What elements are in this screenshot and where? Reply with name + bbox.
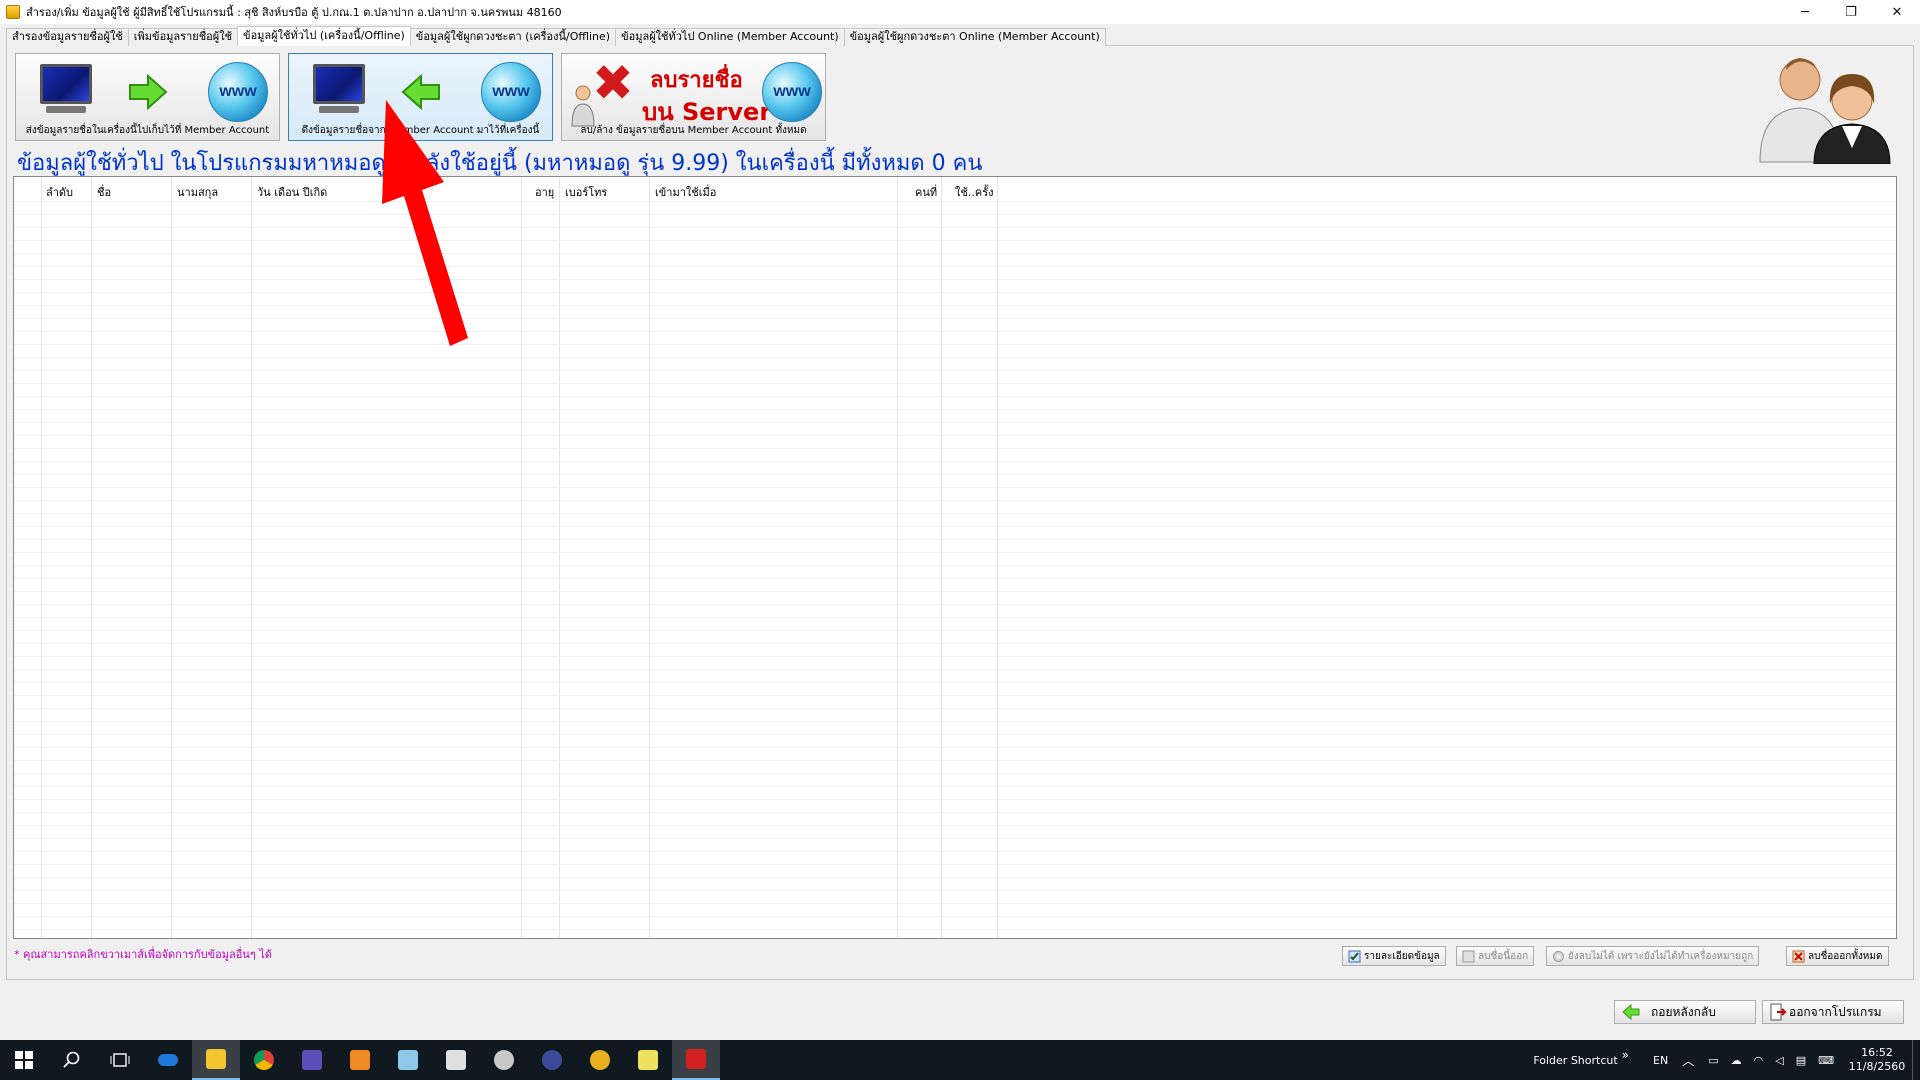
tab-horoscope-users-online[interactable]: ข้อมูลผู้ใช้ผูกดวงชะตา Online (Member Ac… [843, 28, 1106, 46]
arrow-left-icon [1622, 1004, 1640, 1020]
taskbar-app-4[interactable] [336, 1040, 384, 1080]
col-header-use-count[interactable]: ใช้..ครั้ง [955, 183, 993, 201]
close-button[interactable]: ✕ [1874, 0, 1920, 24]
users-icon [1759, 58, 1891, 164]
grid-header: ลำดับ ชื่อ นามสกุล วัน เดือน ปีเกิด อายุ… [14, 177, 1896, 201]
app-icon [6, 5, 20, 19]
app-icon-11 [686, 1049, 706, 1069]
globe-icon: www [208, 62, 268, 122]
folder-shortcut-label[interactable]: Folder Shortcut [1533, 1054, 1617, 1067]
task-view-icon [110, 1053, 130, 1067]
tab-general-users-offline[interactable]: ข้อมูลผู้ใช้ทั่วไป (เครื่องนี้/Offline) [237, 26, 411, 46]
wifi-icon[interactable]: ◠ [1754, 1054, 1764, 1067]
clock-date: 11/8/2560 [1848, 1060, 1906, 1073]
start-button[interactable] [0, 1040, 48, 1080]
taskbar-app-3[interactable] [288, 1040, 336, 1080]
back-button[interactable]: ถอยหลังกลับ [1614, 1000, 1756, 1024]
taskbar: Folder Shortcut » EN ︿ ▭ ☁ ◠ ◁ ▤ ⌨ 16:52… [0, 1040, 1920, 1080]
tab-horoscope-users-offline[interactable]: ข้อมูลผู้ใช้ผูกดวงชะตา (เครื่องนี้/Offli… [409, 28, 617, 46]
send-caption: ส่งข้อมูลรายชื่อในเครื่องนี้ไปเก็บไว้ที่… [25, 125, 270, 136]
tab-add-users[interactable]: เพิ่มข้อมูลรายชื่อผู้ใช้ [127, 28, 239, 46]
exit-button[interactable]: ออกจากโปรแกรม [1762, 1000, 1904, 1024]
taskbar-app-8[interactable] [528, 1040, 576, 1080]
col-header-first-name[interactable]: ชื่อ [97, 183, 111, 201]
app-icon-5 [398, 1050, 418, 1070]
sun-icon [590, 1050, 610, 1070]
gear-icon [1553, 950, 1564, 962]
taskbar-file-explorer[interactable] [192, 1040, 240, 1080]
tab-strip: สำรองข้อมูลรายชื่อผู้ใช้ เพิ่มข้อมูลรายช… [6, 26, 1106, 46]
delete-server-members-button[interactable]: ✖ ลบรายชื่อ บน Server www ลบ/ล้าง ข้อมูล… [561, 53, 826, 141]
checklist-icon [1348, 950, 1361, 962]
taskbar-app-5[interactable] [384, 1040, 432, 1080]
window-title: สำรอง/เพิ่ม ข้อมูลผู้ใช้ ผู้มีสิทธิ์ใช้โ… [26, 6, 562, 19]
language-indicator[interactable]: EN [1653, 1054, 1668, 1067]
restore-button[interactable]: ❐ [1828, 0, 1874, 24]
minimize-button[interactable]: ─ [1782, 0, 1828, 24]
volume-icon[interactable]: ◁ [1775, 1054, 1783, 1067]
delete-all-button[interactable]: ลบชื่อออกทั้งหมด [1786, 946, 1889, 966]
taskbar-app-11[interactable] [672, 1040, 720, 1080]
notification-icon[interactable]: ▤ [1796, 1054, 1806, 1067]
taskbar-calculator[interactable] [432, 1040, 480, 1080]
clock[interactable]: 16:52 11/8/2560 [1842, 1046, 1912, 1074]
folder-icon [206, 1049, 226, 1069]
taskbar-onedrive[interactable] [144, 1040, 192, 1080]
col-header-age[interactable]: อายุ [535, 183, 554, 201]
search-button[interactable] [48, 1040, 96, 1080]
onedrive-icon [158, 1054, 178, 1066]
app-icon-8 [542, 1050, 562, 1070]
exit-door-icon [1770, 1003, 1787, 1021]
arrow-right-icon [129, 74, 168, 110]
battery-icon[interactable]: ▭ [1708, 1054, 1718, 1067]
taskbar-app-9[interactable] [576, 1040, 624, 1080]
red-x-icon: ✖ [592, 54, 634, 112]
keyboard-icon[interactable]: ⌨ [1818, 1054, 1834, 1067]
chevron-up-icon[interactable]: ︿ [1682, 1052, 1694, 1069]
globe-icon: www [762, 62, 822, 122]
send-to-member-account-button[interactable]: www ส่งข้อมูลรายชื่อในเครื่องนี้ไปเก็บไว… [15, 53, 280, 141]
clock-time: 16:52 [1861, 1046, 1893, 1059]
col-header-phone[interactable]: เบอร์โทร [565, 183, 607, 201]
col-header-last-name[interactable]: นามสกุล [177, 183, 218, 201]
taskbar-app-10[interactable] [624, 1040, 672, 1080]
tab-backup-users[interactable]: สำรองข้อมูลรายชื่อผู้ใช้ [6, 28, 129, 46]
computer-icon [309, 62, 371, 114]
app-icon-10 [638, 1050, 658, 1070]
system-tray: Folder Shortcut » EN ︿ ▭ ☁ ◠ ◁ ▤ ⌨ 16:52… [1533, 1040, 1920, 1080]
cloud-icon[interactable]: ☁ [1731, 1054, 1742, 1067]
show-desktop-button[interactable] [1912, 1040, 1920, 1080]
taskbar-app-7[interactable] [480, 1040, 528, 1080]
delete-caption: ลบ/ล้าง ข้อมูลรายชื่อบน Member Account ท… [580, 125, 807, 136]
col-header-last-used[interactable]: เข้ามาใช้เมื่อ [655, 183, 716, 201]
col-header-birthdate[interactable]: วัน เดือน ปีเกิด [257, 183, 327, 201]
window-controls: ─ ❐ ✕ [1782, 0, 1920, 24]
windows-logo-icon [15, 1051, 33, 1069]
delete-selected-button[interactable]: ลบชื่อนี้ออก [1456, 946, 1535, 966]
toolbar-chevron-icon[interactable]: » [1622, 1048, 1629, 1062]
app-icon-7 [494, 1050, 514, 1070]
col-header-person-no[interactable]: คนที่ [915, 183, 937, 201]
delete-all-icon [1792, 950, 1805, 962]
tab-general-users-online[interactable]: ข้อมูลผู้ใช้ทั่วไป Online (Member Accoun… [615, 28, 845, 46]
computer-icon [36, 62, 98, 114]
calculator-icon [446, 1050, 466, 1070]
title-bar: สำรอง/เพิ่ม ข้อมูลผู้ใช้ ผู้มีสิทธิ์ใช้โ… [0, 0, 1920, 24]
delete-user-icon [1462, 950, 1475, 962]
search-icon [63, 1051, 80, 1068]
col-header-order[interactable]: ลำดับ [46, 183, 73, 201]
red-pointer-arrow [382, 100, 468, 346]
chrome-icon [254, 1050, 274, 1070]
right-click-note: * คุณสามารถคลิกขวาเมาส์เพื่อจัดการกับข้อ… [14, 948, 272, 961]
cannot-delete-button[interactable]: ยังลบไม่ได้ เพราะยังไม่ได้ทำเครื่องหมายถ… [1546, 946, 1760, 966]
app-icon-4 [350, 1050, 370, 1070]
app-icon-3 [302, 1050, 322, 1070]
users-grid[interactable]: ลำดับ ชื่อ นามสกุล วัน เดือน ปีเกิด อายุ… [13, 176, 1897, 939]
details-button[interactable]: รายละเอียดข้อมูล [1342, 946, 1446, 966]
taskbar-chrome[interactable] [240, 1040, 288, 1080]
task-view-button[interactable] [96, 1040, 144, 1080]
